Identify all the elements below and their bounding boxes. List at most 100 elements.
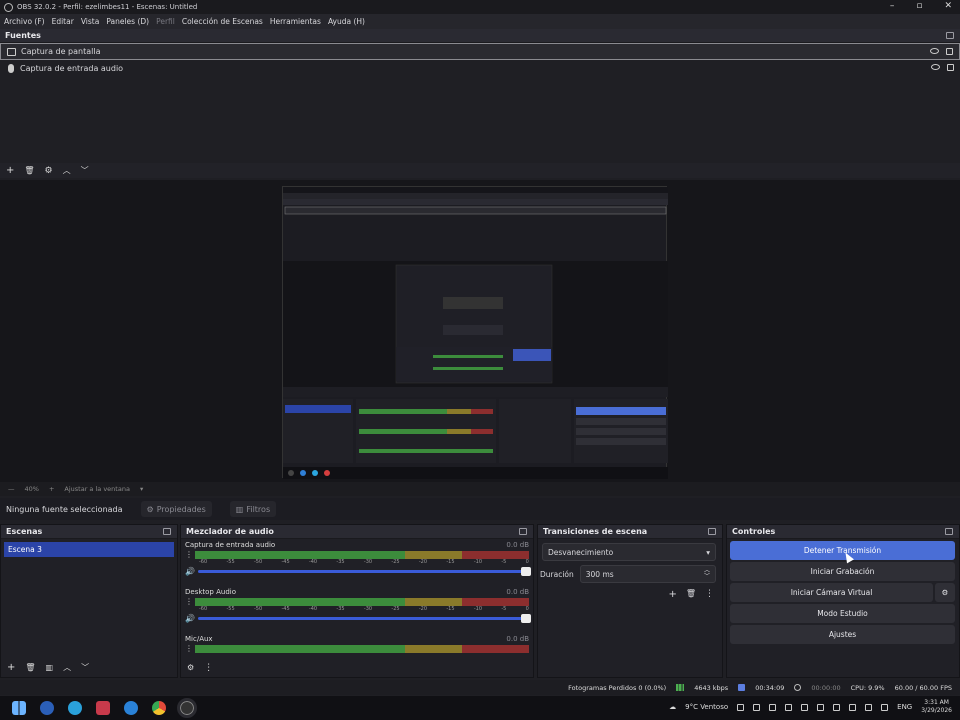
channel-menu-icon[interactable]: ⋮	[185, 598, 193, 606]
visibility-eye-icon[interactable]	[931, 64, 940, 70]
tray-icon[interactable]	[881, 703, 889, 711]
channel-db: 0.0 dB	[506, 635, 529, 643]
spinner-arrows-icon[interactable]: ︿ ﹀	[704, 568, 710, 580]
sources-title: Fuentes	[5, 31, 41, 40]
undock-icon[interactable]	[708, 528, 716, 535]
lock-icon[interactable]	[946, 48, 953, 55]
scene-label: Escena 3	[8, 545, 42, 554]
mixer-menu-icon[interactable]: ⋮	[204, 663, 213, 673]
lock-icon[interactable]	[947, 64, 954, 71]
virtual-camera-gear-icon[interactable]: ⚙	[935, 583, 955, 602]
clock[interactable]: 3:31 AM 3/29/2026	[921, 699, 952, 715]
app-bird-icon[interactable]	[124, 701, 138, 715]
settings-button[interactable]: Ajustes	[730, 625, 955, 644]
undock-icon[interactable]	[519, 528, 527, 535]
undock-icon[interactable]	[946, 32, 954, 39]
speaker-icon[interactable]: 🔊	[185, 567, 195, 576]
scenes-title: Escenas	[6, 527, 43, 536]
taskbar: ☁ 9°C Ventoso ENG 3:31 AM 3/29/2026	[0, 696, 960, 720]
fit-dropdown-icon[interactable]: ▾	[140, 485, 143, 493]
remove-source-icon[interactable]: 🗑	[24, 166, 34, 175]
tray-icon[interactable]	[753, 703, 761, 711]
add-transition-icon[interactable]: +	[668, 589, 676, 600]
move-down-icon[interactable]: ﹀	[81, 662, 89, 673]
source-item-audio-input[interactable]: Captura de entrada audio	[0, 60, 960, 77]
tray-icon[interactable]	[817, 703, 825, 711]
tray-icon[interactable]	[785, 703, 793, 711]
speaker-icon[interactable]: 🔊	[185, 614, 195, 623]
zoom-in-icon[interactable]: +	[49, 485, 54, 493]
advanced-audio-gear-icon[interactable]: ⚙	[187, 663, 194, 672]
tray-icon[interactable]	[737, 703, 745, 711]
mixer-channel: Desktop Audio 0.0 dB ⋮ -60 -55 -50 -45 -40 -35…	[181, 586, 533, 633]
live-time: 00:34:09	[755, 683, 785, 692]
tray-icon[interactable]	[833, 703, 841, 711]
add-scene-icon[interactable]: +	[7, 662, 15, 673]
studio-mode-button[interactable]: Modo Estudio	[730, 604, 955, 623]
move-down-icon[interactable]: ﹀	[81, 165, 89, 176]
scenes-header: Escenas	[1, 525, 177, 539]
fit-to-window[interactable]: Ajustar a la ventana	[64, 485, 130, 493]
zoom-level: 40%	[24, 485, 39, 493]
filters-button[interactable]: ▥ Filtros	[229, 501, 277, 517]
audio-mixer-dock: Mezclador de audio Captura de entrada au…	[180, 524, 534, 678]
telegram-icon[interactable]	[68, 701, 82, 715]
monitor-icon	[7, 47, 16, 56]
language[interactable]: ENG	[897, 703, 912, 711]
tray-icon[interactable]	[801, 703, 809, 711]
volume-slider[interactable]	[198, 567, 531, 576]
chrome-icon[interactable]	[152, 701, 166, 715]
menu-view[interactable]: Vista	[81, 17, 100, 26]
maximize-icon[interactable]: ▫	[916, 1, 922, 11]
menu-scene-collection[interactable]: Colección de Escenas	[182, 17, 263, 26]
properties-button[interactable]: ⚙ Propiedades	[140, 501, 212, 517]
start-virtual-camera-button[interactable]: Iniciar Cámara Virtual	[730, 583, 933, 602]
tray-icon[interactable]	[865, 703, 873, 711]
dropped-frames: Fotogramas Perdidos 0 (0.0%)	[568, 683, 667, 692]
transition-menu-icon[interactable]: ⋮	[705, 589, 714, 600]
volume-slider[interactable]	[198, 614, 531, 623]
remove-scene-icon[interactable]: 🗑	[25, 663, 35, 672]
menu-file[interactable]: Archivo (F)	[4, 17, 45, 26]
menu-tools[interactable]: Herramientas	[270, 17, 321, 26]
obs-taskbar-icon[interactable]	[177, 698, 197, 718]
duration-spinbox[interactable]: 300 ms ︿ ﹀	[579, 565, 716, 583]
close-icon[interactable]: ✕	[944, 1, 952, 11]
channel-menu-icon[interactable]: ⋮	[185, 645, 193, 653]
scene-item[interactable]: Escena 3	[4, 542, 174, 557]
start-recording-button[interactable]: Iniciar Grabación	[730, 562, 955, 581]
tray-icon[interactable]	[769, 703, 777, 711]
volume-meter	[195, 598, 529, 606]
channel-menu-icon[interactable]: ⋮	[185, 551, 193, 559]
windows-start-icon[interactable]	[12, 701, 26, 715]
remove-transition-icon[interactable]: 🗑	[686, 589, 696, 600]
date: 3/29/2026	[921, 707, 952, 714]
menu-profile[interactable]: Perfil	[156, 17, 175, 26]
record-icon	[794, 684, 802, 691]
tray-icon[interactable]	[849, 703, 857, 711]
menu-edit[interactable]: Editar	[52, 17, 74, 26]
menu-docks[interactable]: Paneles (D)	[106, 17, 149, 26]
controls-title: Controles	[732, 527, 776, 536]
controls-header: Controles	[727, 525, 959, 539]
edge-browser-icon[interactable]	[40, 701, 54, 715]
controls-dock: Controles Detener Transmisión Iniciar Gr…	[726, 524, 960, 678]
wps-office-icon[interactable]	[96, 701, 110, 715]
zoom-out-icon[interactable]: —	[8, 485, 15, 493]
move-up-icon[interactable]: ︿	[63, 662, 71, 673]
duration-label: Duración	[540, 569, 574, 579]
undock-icon[interactable]	[163, 528, 171, 535]
add-source-icon[interactable]: +	[6, 165, 14, 176]
title-bar: OBS 32.0.2 - Perfil: ezelimbes11 - Escen…	[0, 0, 960, 14]
move-up-icon[interactable]: ︿	[63, 165, 71, 176]
source-settings-gear-icon[interactable]: ⚙	[45, 166, 53, 176]
status-bar: Fotogramas Perdidos 0 (0.0%) 4643 kbps 0…	[0, 680, 960, 695]
visibility-eye-icon[interactable]	[930, 48, 939, 54]
transition-select[interactable]: Desvanecimiento ▾	[542, 543, 716, 561]
undock-icon[interactable]	[945, 528, 953, 535]
transition-selected: Desvanecimiento	[548, 547, 614, 557]
menu-help[interactable]: Ayuda (H)	[328, 17, 365, 26]
source-item-screen-capture[interactable]: Captura de pantalla	[0, 43, 960, 60]
scene-filters-icon[interactable]: ▥	[46, 663, 54, 672]
minimize-icon[interactable]: –	[890, 1, 895, 11]
